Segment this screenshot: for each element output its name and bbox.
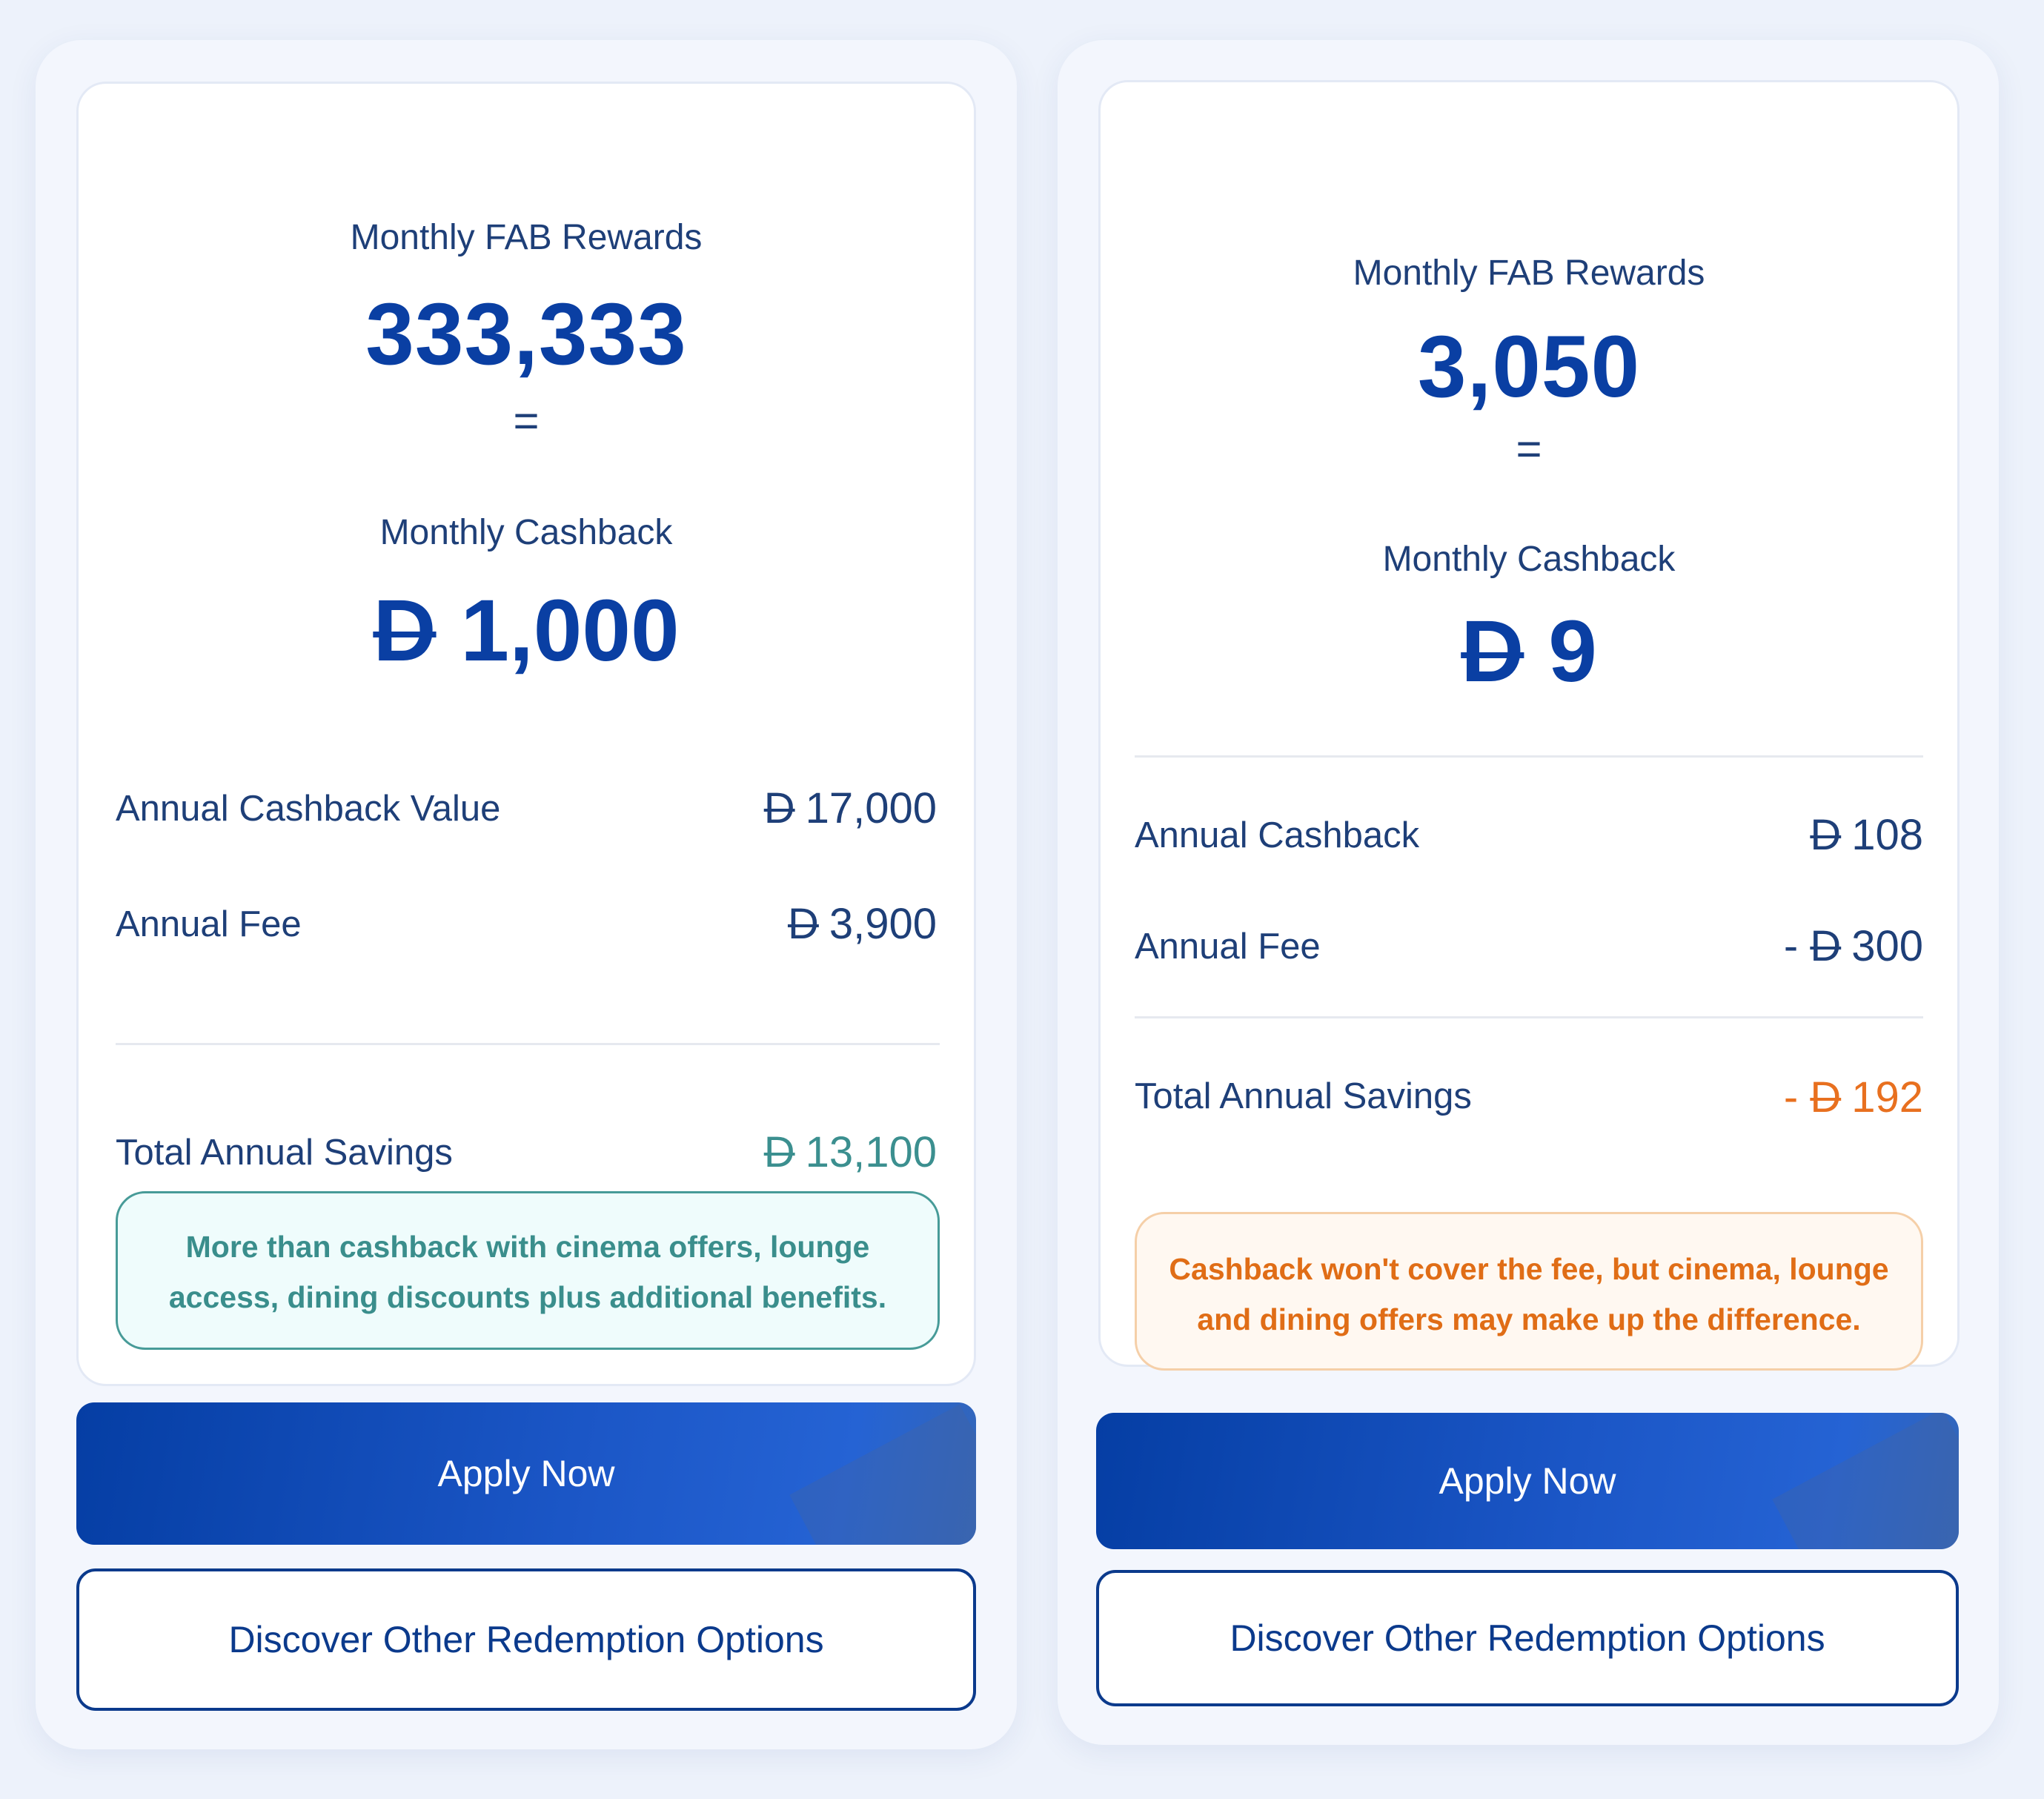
warning-note: Cashback won't cover the fee, but cinema…	[1135, 1212, 1923, 1371]
comparison-stage: Monthly FAB Rewards 333,333 = Monthly Ca…	[0, 0, 2044, 1799]
annual-cashback-value: D 108	[1810, 810, 1923, 860]
apply-now-button[interactable]: Apply Now	[1096, 1413, 1959, 1549]
card-panel-basic: Monthly FAB Rewards 3,050 = Monthly Cash…	[1058, 40, 1999, 1745]
annual-fee-label: Annual Fee	[1135, 927, 1321, 967]
dirham-icon: D	[373, 582, 437, 680]
dirham-icon: D	[787, 900, 819, 948]
dirham-icon: D	[763, 784, 795, 832]
divider	[1135, 755, 1923, 758]
total-savings-value: D 13,100	[764, 1127, 937, 1177]
value-number: 108	[1851, 811, 1923, 859]
value-prefix: -	[1783, 1073, 1811, 1122]
rewards-value: 333,333	[365, 285, 687, 383]
equals-sign: =	[513, 396, 540, 445]
cashback-value: 9	[1548, 603, 1597, 700]
cashback-label: Monthly Cashback	[1382, 540, 1676, 579]
rewards-label: Monthly FAB Rewards	[350, 218, 703, 257]
annual-cashback-label: Annual Cashback	[1135, 815, 1420, 855]
total-savings-value: - D 192	[1784, 1073, 1923, 1122]
card-panel-premium: Monthly FAB Rewards 333,333 = Monthly Ca…	[36, 40, 1017, 1749]
annual-cashback-label: Annual Cashback Value	[116, 789, 501, 829]
dirham-icon: D	[1810, 922, 1842, 970]
apply-now-button[interactable]: Apply Now	[76, 1402, 976, 1545]
value-prefix: -	[1783, 922, 1811, 970]
value-number: 3,900	[829, 900, 937, 948]
value-number: 17,000	[805, 784, 937, 832]
dirham-icon: D	[1810, 1073, 1842, 1122]
annual-cashback-value: D 17,000	[764, 783, 937, 833]
value-number: 300	[1851, 922, 1923, 970]
dirham-icon: D	[1810, 811, 1842, 859]
divider	[116, 1043, 940, 1045]
cashback-amount: D 1,000	[79, 580, 974, 681]
cashback-value: 1,000	[460, 582, 680, 680]
equals-sign: =	[1516, 424, 1542, 474]
rewards-label: Monthly FAB Rewards	[1353, 254, 1705, 293]
annual-fee-value: - D 300	[1784, 921, 1923, 971]
discover-redemption-button[interactable]: Discover Other Redemption Options	[76, 1568, 976, 1711]
dirham-icon: D	[763, 1128, 795, 1176]
total-savings-label: Total Annual Savings	[1135, 1076, 1472, 1116]
value-number: 192	[1851, 1073, 1923, 1122]
card-summary: Monthly FAB Rewards 333,333 = Monthly Ca…	[76, 82, 976, 1386]
divider	[1135, 1016, 1923, 1018]
rewards-value: 3,050	[1417, 318, 1641, 416]
annual-fee-label: Annual Fee	[116, 904, 302, 944]
total-savings-label: Total Annual Savings	[116, 1133, 453, 1173]
value-number: 13,100	[805, 1128, 937, 1176]
card-summary: Monthly FAB Rewards 3,050 = Monthly Cash…	[1098, 80, 1960, 1371]
benefit-note: More than cashback with cinema offers, l…	[116, 1191, 940, 1350]
cashback-amount: D 9	[1101, 601, 1957, 702]
dirham-icon: D	[1461, 603, 1524, 700]
cashback-label: Monthly Cashback	[379, 513, 673, 552]
annual-fee-value: D 3,900	[788, 899, 937, 949]
discover-redemption-button[interactable]: Discover Other Redemption Options	[1096, 1570, 1959, 1706]
